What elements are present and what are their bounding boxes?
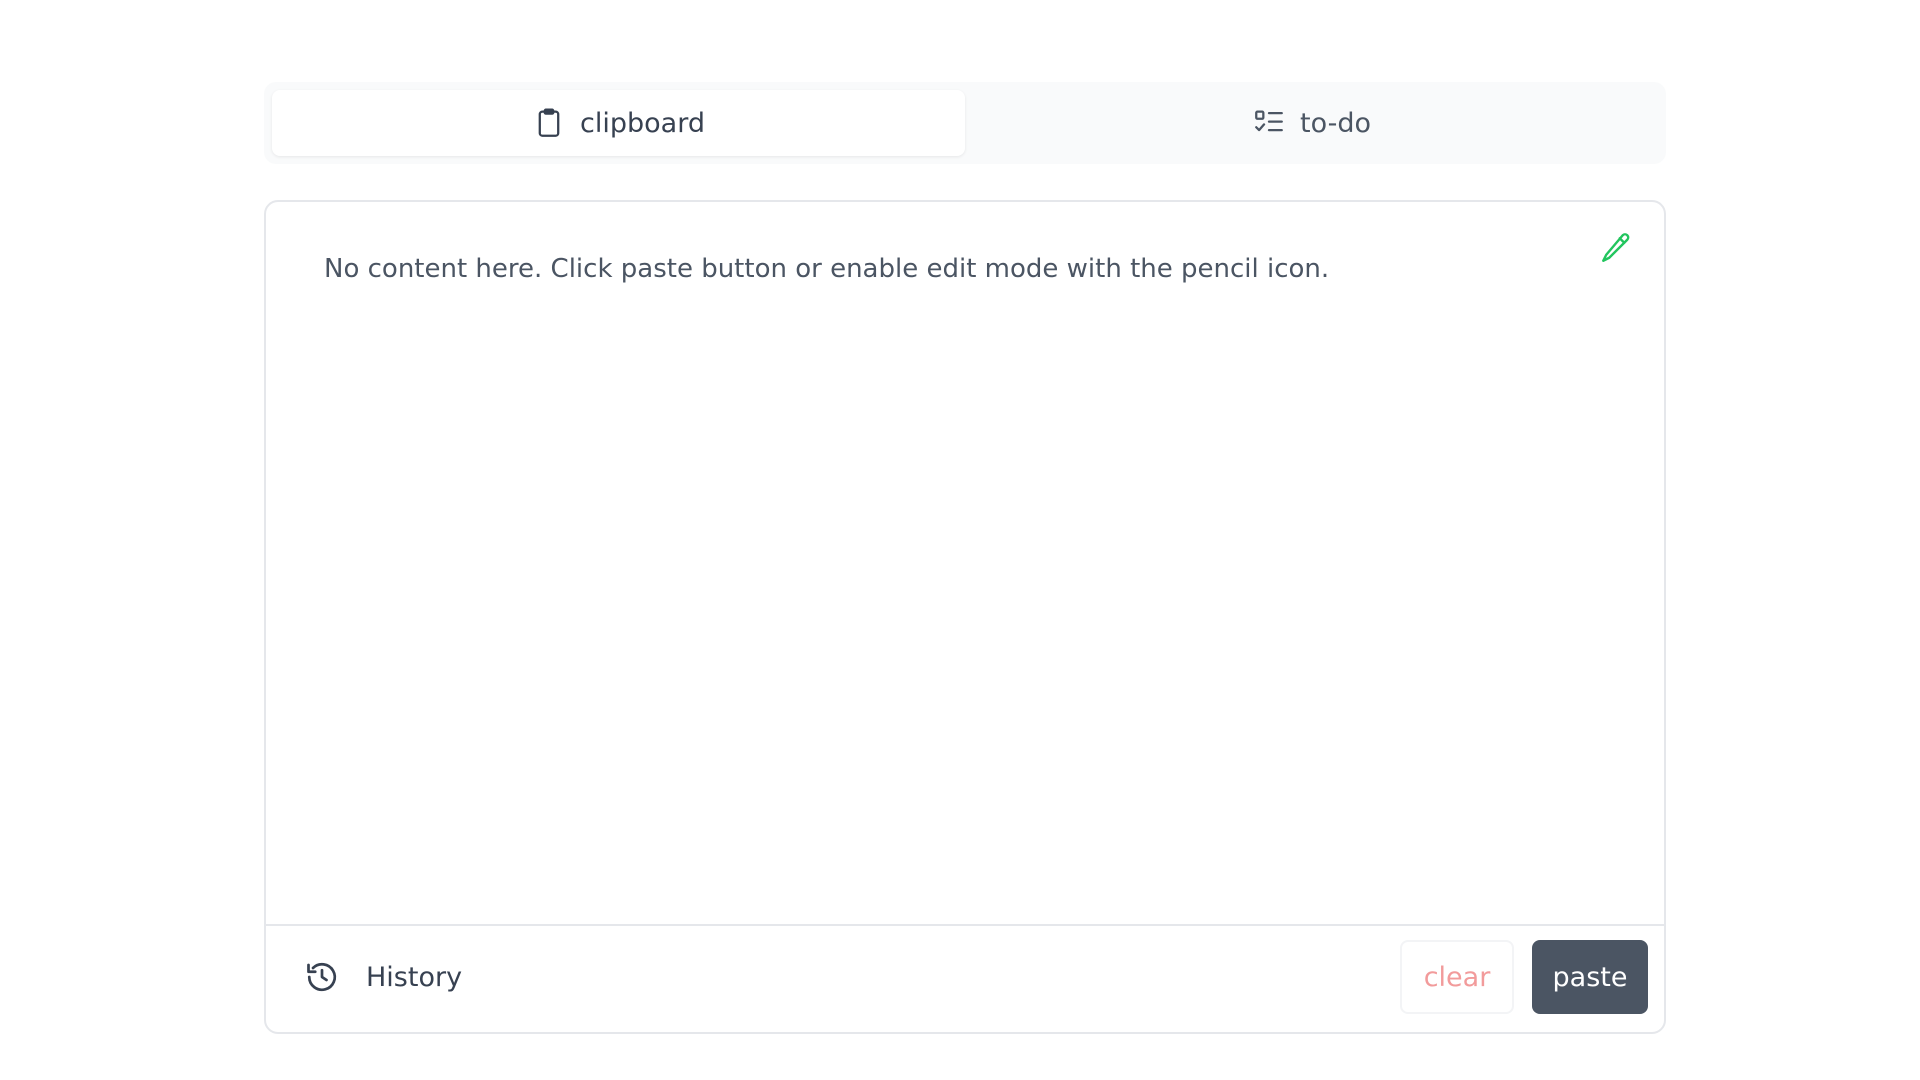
- history-label: History: [366, 961, 463, 993]
- tab-todo-label: to-do: [1299, 107, 1371, 139]
- tab-clipboard-label: clipboard: [580, 107, 705, 139]
- clipboard-content[interactable]: No content here. Click paste button or e…: [266, 202, 1664, 926]
- tab-bar: clipboard to-do: [264, 82, 1666, 164]
- empty-placeholder: No content here. Click paste button or e…: [324, 254, 1330, 284]
- tab-clipboard[interactable]: clipboard: [272, 90, 965, 156]
- history-icon: [307, 962, 337, 992]
- history-button[interactable]: History: [304, 959, 462, 995]
- pencil-icon: [1602, 233, 1630, 262]
- panel-footer: History clear paste: [266, 922, 1664, 1032]
- paste-button[interactable]: paste: [1532, 940, 1648, 1014]
- clipboard-panel: No content here. Click paste button or e…: [264, 200, 1666, 1034]
- clipboard-icon: [532, 106, 566, 140]
- clipboard-app: clipboard to-do No content here. Click p…: [264, 82, 1666, 1034]
- clear-button[interactable]: clear: [1400, 940, 1514, 1014]
- tab-todo[interactable]: to-do: [965, 90, 1658, 156]
- checklist-icon: [1252, 106, 1286, 140]
- edit-mode-button[interactable]: [1594, 226, 1638, 270]
